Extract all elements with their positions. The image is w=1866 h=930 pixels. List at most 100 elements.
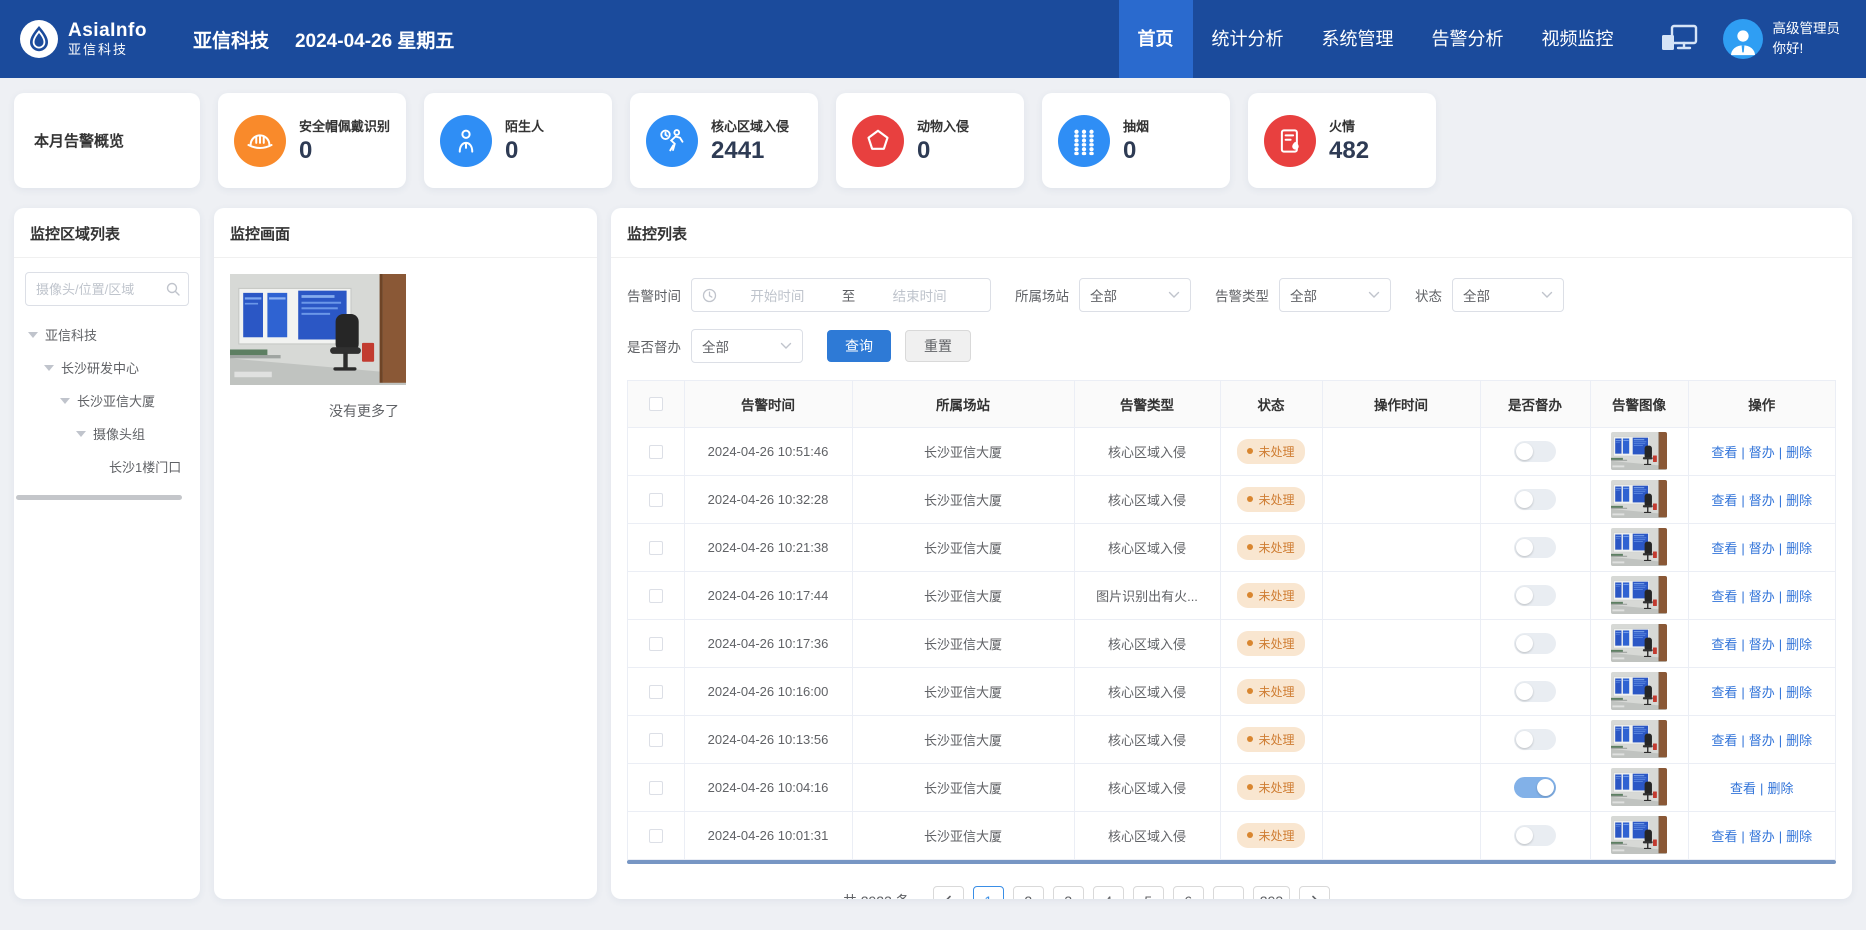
action-link-0[interactable]: 查看 bbox=[1711, 637, 1737, 652]
action-link-1[interactable]: 督办 bbox=[1749, 589, 1775, 604]
tree-horizontal-scrollbar[interactable] bbox=[16, 495, 182, 500]
alarm-image-thumbnail[interactable] bbox=[1611, 672, 1667, 710]
search-button[interactable]: 查询 bbox=[827, 330, 891, 362]
stat-card-1: 陌生人 0 bbox=[424, 93, 612, 188]
stat-card-label: 核心区域入侵 bbox=[711, 116, 789, 135]
alarm-image-thumbnail[interactable] bbox=[1611, 480, 1667, 518]
row-checkbox[interactable] bbox=[649, 445, 663, 459]
alarm-image-thumbnail[interactable] bbox=[1611, 432, 1667, 470]
next-page-button[interactable] bbox=[1299, 886, 1330, 900]
row-checkbox[interactable] bbox=[649, 637, 663, 651]
tree-item-2[interactable]: 长沙亚信大厦 bbox=[60, 384, 200, 417]
supervise-toggle[interactable] bbox=[1514, 537, 1556, 558]
row-checkbox[interactable] bbox=[649, 733, 663, 747]
caret-down-icon[interactable] bbox=[28, 332, 38, 338]
supervise-select[interactable]: 全部 bbox=[691, 329, 803, 363]
action-link-0[interactable]: 查看 bbox=[1711, 541, 1737, 556]
action-link-2[interactable]: 删除 bbox=[1786, 589, 1812, 604]
nav-item-4[interactable]: 视频监控 bbox=[1523, 0, 1633, 78]
page-button-4[interactable]: 4 bbox=[1093, 886, 1124, 900]
alarm-image-thumbnail[interactable] bbox=[1611, 576, 1667, 614]
station-select[interactable]: 全部 bbox=[1079, 278, 1191, 312]
action-link-2[interactable]: 删除 bbox=[1786, 733, 1812, 748]
nav-item-3[interactable]: 告警分析 bbox=[1413, 0, 1523, 78]
page-button-3[interactable]: 3 bbox=[1053, 886, 1084, 900]
user-avatar[interactable] bbox=[1723, 19, 1763, 59]
row-checkbox[interactable] bbox=[649, 781, 663, 795]
action-link-2[interactable]: 删除 bbox=[1786, 445, 1812, 460]
page-button-6[interactable]: 6 bbox=[1173, 886, 1204, 900]
caret-down-icon[interactable] bbox=[76, 431, 86, 437]
ellipsis-pages-button[interactable]: ••• bbox=[1213, 886, 1244, 900]
page-button-2[interactable]: 2 bbox=[1013, 886, 1044, 900]
tree-item-0[interactable]: 亚信科技 bbox=[28, 318, 200, 351]
last-page-button[interactable]: 293 bbox=[1253, 886, 1290, 900]
alarm-image-thumbnail[interactable] bbox=[1611, 624, 1667, 662]
row-checkbox[interactable] bbox=[649, 829, 663, 843]
action-link-1[interactable]: 督办 bbox=[1749, 685, 1775, 700]
action-separator: | bbox=[1756, 781, 1767, 796]
tree-item-4[interactable]: 长沙1楼门口 bbox=[92, 450, 200, 483]
action-link-0[interactable]: 查看 bbox=[1711, 685, 1737, 700]
supervise-toggle[interactable] bbox=[1514, 441, 1556, 462]
caret-down-icon[interactable] bbox=[44, 365, 54, 371]
alarm-image-thumbnail[interactable] bbox=[1611, 816, 1667, 854]
action-link-2[interactable]: 删除 bbox=[1786, 493, 1812, 508]
action-link-1[interactable]: 督办 bbox=[1749, 829, 1775, 844]
start-time-placeholder[interactable]: 开始时间 bbox=[717, 285, 838, 305]
reset-button[interactable]: 重置 bbox=[905, 330, 971, 362]
select-all-checkbox[interactable] bbox=[649, 397, 663, 411]
alarm-image-thumbnail[interactable] bbox=[1611, 720, 1667, 758]
action-link-2[interactable]: 删除 bbox=[1786, 829, 1812, 844]
status-select[interactable]: 全部 bbox=[1452, 278, 1564, 312]
cell-alarm-type: 核心区域入侵 bbox=[1074, 667, 1220, 715]
supervise-toggle[interactable] bbox=[1514, 825, 1556, 846]
tree-item-1[interactable]: 长沙研发中心 bbox=[44, 351, 200, 384]
page-button-1[interactable]: 1 bbox=[973, 886, 1004, 900]
alarm-image-thumbnail[interactable] bbox=[1611, 768, 1667, 806]
search-icon[interactable] bbox=[165, 281, 181, 297]
camera-frame-thumbnail[interactable] bbox=[230, 274, 406, 385]
alarm-image-thumbnail[interactable] bbox=[1611, 528, 1667, 566]
row-checkbox[interactable] bbox=[649, 493, 663, 507]
action-link-2[interactable]: 删除 bbox=[1786, 685, 1812, 700]
row-checkbox[interactable] bbox=[649, 541, 663, 555]
action-link-0[interactable]: 查看 bbox=[1711, 445, 1737, 460]
row-checkbox[interactable] bbox=[649, 685, 663, 699]
alarm-time-range-picker[interactable]: 开始时间 至 结束时间 bbox=[691, 278, 991, 312]
status-select-value: 全部 bbox=[1463, 285, 1490, 305]
supervise-toggle[interactable] bbox=[1514, 729, 1556, 750]
alarm-type-select[interactable]: 全部 bbox=[1279, 278, 1391, 312]
supervise-toggle[interactable] bbox=[1514, 633, 1556, 654]
prev-page-button[interactable] bbox=[933, 886, 964, 900]
action-link-1[interactable]: 督办 bbox=[1749, 733, 1775, 748]
action-link-0[interactable]: 查看 bbox=[1711, 493, 1737, 508]
action-link-2[interactable]: 删除 bbox=[1786, 637, 1812, 652]
action-link-0[interactable]: 查看 bbox=[1711, 589, 1737, 604]
action-link-0[interactable]: 查看 bbox=[1711, 829, 1737, 844]
supervise-toggle[interactable] bbox=[1514, 489, 1556, 510]
supervise-toggle[interactable] bbox=[1514, 585, 1556, 606]
table-horizontal-scrollbar[interactable] bbox=[627, 860, 1836, 864]
action-link-0[interactable]: 查看 bbox=[1730, 781, 1756, 796]
page-button-5[interactable]: 5 bbox=[1133, 886, 1164, 900]
cell-op-time bbox=[1322, 523, 1480, 571]
action-link-1[interactable]: 督办 bbox=[1749, 541, 1775, 556]
row-checkbox[interactable] bbox=[649, 589, 663, 603]
nav-item-0[interactable]: 首页 bbox=[1119, 0, 1193, 78]
status-filter-label: 状态 bbox=[1415, 285, 1442, 305]
nav-item-2[interactable]: 系统管理 bbox=[1303, 0, 1413, 78]
end-time-placeholder[interactable]: 结束时间 bbox=[859, 285, 980, 305]
action-link-1[interactable]: 删除 bbox=[1767, 781, 1793, 796]
action-link-2[interactable]: 删除 bbox=[1786, 541, 1812, 556]
monitor-screens-icon[interactable] bbox=[1659, 23, 1699, 55]
nav-item-1[interactable]: 统计分析 bbox=[1193, 0, 1303, 78]
action-link-1[interactable]: 督办 bbox=[1749, 637, 1775, 652]
caret-down-icon[interactable] bbox=[60, 398, 70, 404]
action-link-1[interactable]: 督办 bbox=[1749, 445, 1775, 460]
supervise-toggle[interactable] bbox=[1514, 681, 1556, 702]
action-link-0[interactable]: 查看 bbox=[1711, 733, 1737, 748]
action-link-1[interactable]: 督办 bbox=[1749, 493, 1775, 508]
tree-item-3[interactable]: 摄像头组 bbox=[76, 417, 200, 450]
supervise-toggle[interactable] bbox=[1514, 777, 1556, 798]
